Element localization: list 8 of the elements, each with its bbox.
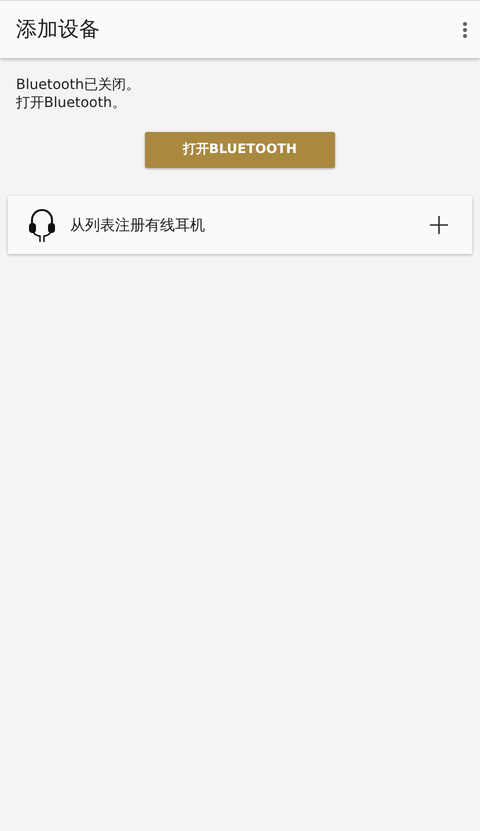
headphones-icon	[28, 208, 56, 242]
add-icon[interactable]	[430, 216, 448, 234]
app-bar-title: 添加设备	[16, 16, 100, 43]
status-message: 打开Bluetooth。	[16, 94, 127, 112]
list-item-card[interactable]: 从列表注册有线耳机	[8, 196, 472, 254]
status-message: Bluetooth已关闭。	[16, 76, 141, 94]
more-options-icon[interactable]	[462, 20, 468, 38]
list-item-label: 从列表注册有线耳机	[70, 214, 206, 236]
